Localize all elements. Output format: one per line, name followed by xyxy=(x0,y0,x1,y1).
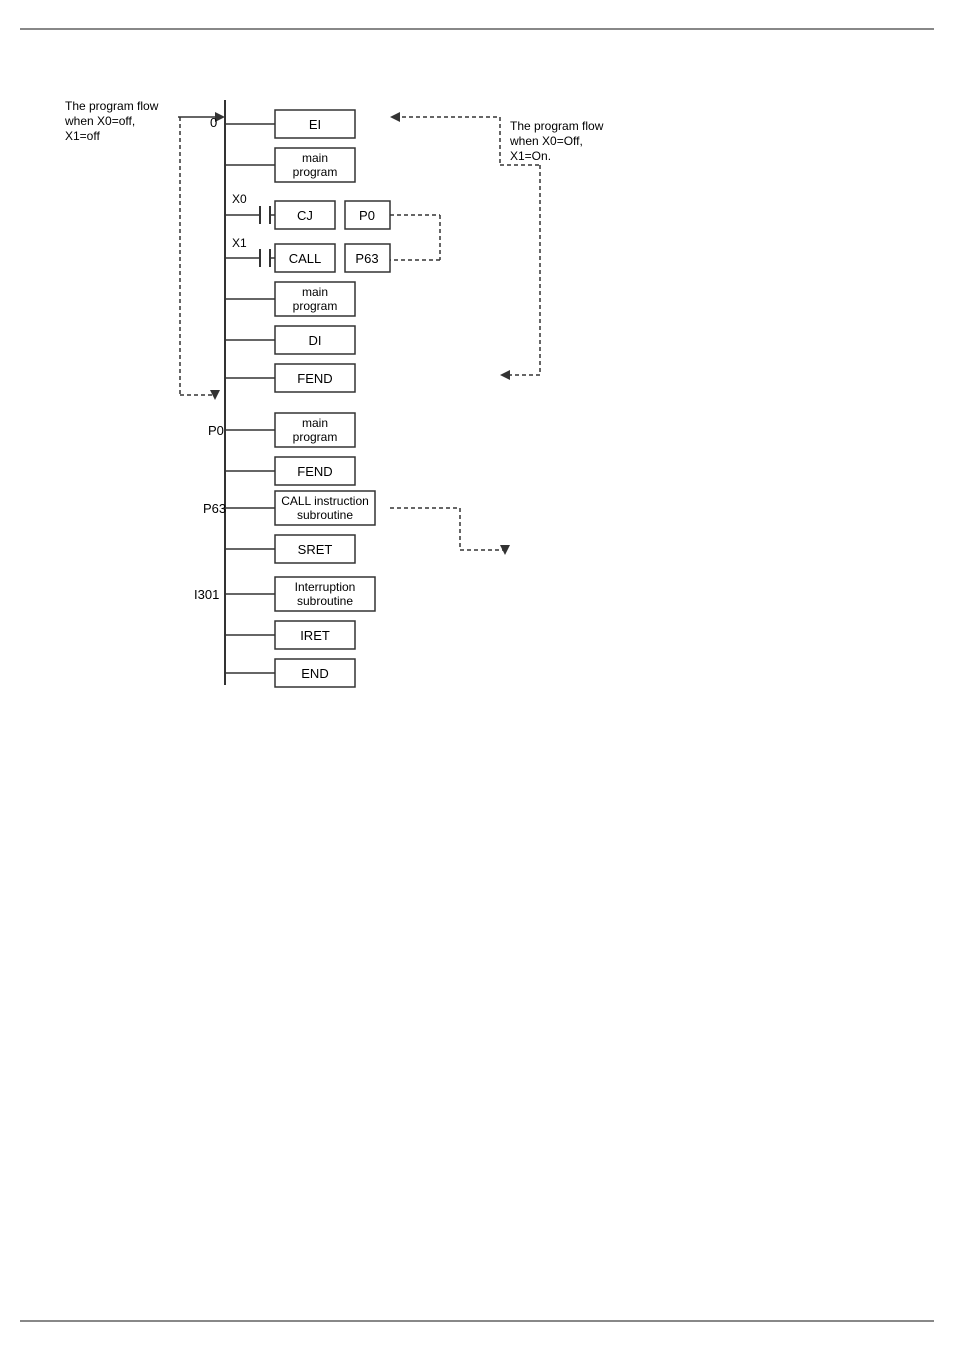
svg-text:END: END xyxy=(301,666,328,681)
svg-text:X0: X0 xyxy=(232,192,247,206)
svg-text:CALL instruction: CALL instruction xyxy=(281,494,369,508)
svg-text:P63: P63 xyxy=(203,501,226,516)
svg-text:SRET: SRET xyxy=(298,542,333,557)
svg-text:X1: X1 xyxy=(232,236,247,250)
svg-text:P0: P0 xyxy=(208,423,224,438)
svg-text:program: program xyxy=(293,430,338,444)
svg-text:when X0=off,: when X0=off, xyxy=(64,114,135,128)
svg-text:P0: P0 xyxy=(359,208,375,223)
svg-text:I301: I301 xyxy=(194,587,219,602)
svg-text:CALL: CALL xyxy=(289,251,322,266)
svg-text:The program flow: The program flow xyxy=(65,99,159,113)
svg-text:subroutine: subroutine xyxy=(297,508,353,522)
svg-text:EI: EI xyxy=(309,117,321,132)
svg-text:FEND: FEND xyxy=(297,464,332,479)
svg-text:subroutine: subroutine xyxy=(297,594,353,608)
svg-text:0: 0 xyxy=(210,115,217,130)
svg-text:X1=On.: X1=On. xyxy=(510,149,551,163)
svg-text:when X0=Off,: when X0=Off, xyxy=(509,134,583,148)
svg-text:IRET: IRET xyxy=(300,628,330,643)
bottom-border xyxy=(20,1320,934,1322)
svg-text:program: program xyxy=(293,165,338,179)
svg-text:CJ: CJ xyxy=(297,208,313,223)
svg-text:main: main xyxy=(302,416,328,430)
top-border xyxy=(20,28,934,30)
svg-text:Interruption: Interruption xyxy=(295,580,356,594)
svg-text:DI: DI xyxy=(309,333,322,348)
svg-text:FEND: FEND xyxy=(297,371,332,386)
svg-text:The program flow: The program flow xyxy=(510,119,604,133)
svg-text:program: program xyxy=(293,299,338,313)
svg-text:main: main xyxy=(302,151,328,165)
svg-text:P63: P63 xyxy=(355,251,378,266)
ladder-diagram: The program flow when X0=off, X1=off 0 E… xyxy=(60,55,740,735)
svg-text:main: main xyxy=(302,285,328,299)
svg-text:X1=off: X1=off xyxy=(65,129,100,143)
